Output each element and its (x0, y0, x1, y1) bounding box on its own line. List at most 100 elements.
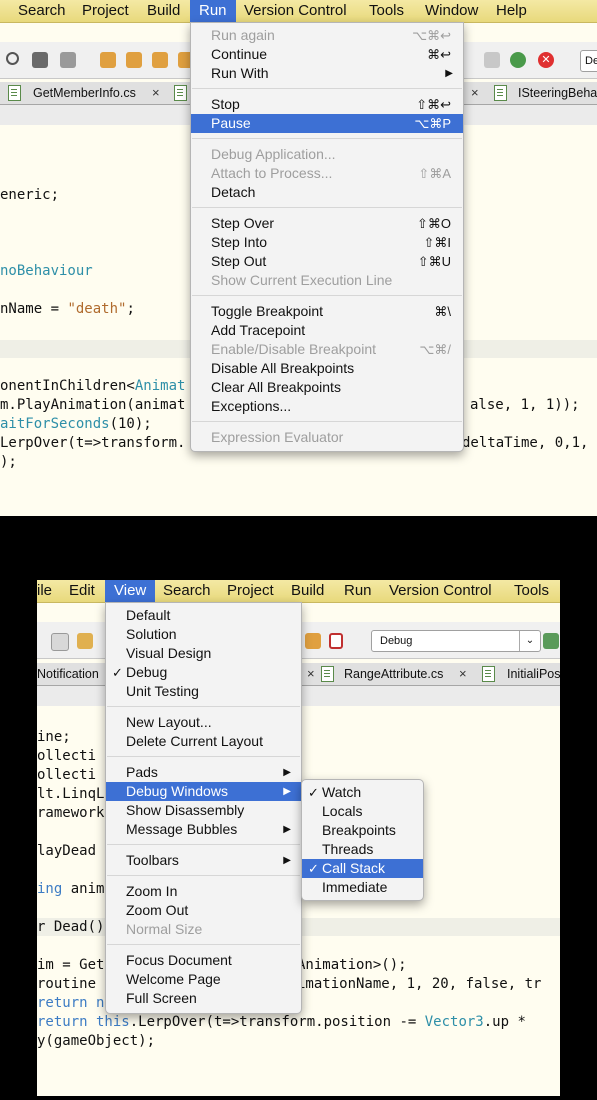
search-icon[interactable] (6, 52, 19, 65)
menu-item-clear-all-breakpoints[interactable]: Clear All Breakpoints (191, 378, 463, 397)
menu-item-expression-evaluator[interactable]: Expression Evaluator (191, 428, 463, 447)
code-line: lt.LinqL (37, 786, 105, 802)
menu-view[interactable]: View (105, 580, 156, 602)
menu-item-step-over[interactable]: Step Over ⇧⌘O (191, 214, 463, 233)
menu-run[interactable]: Run (190, 0, 236, 22)
chevron-right-icon: ▶ (445, 68, 453, 79)
menu-item-step-out[interactable]: Step Out ⇧⌘U (191, 252, 463, 271)
menu-window[interactable]: Window (425, 0, 478, 22)
menu-build[interactable]: Build (147, 0, 180, 22)
outdent-icon[interactable] (126, 52, 142, 68)
menu-item-welcome-page[interactable]: Welcome Page (106, 970, 301, 989)
code-line: ine; (37, 729, 71, 745)
top-screenshot: Search Project Build Run Version Control… (0, 0, 597, 516)
menu-version-control[interactable]: Version Control (389, 580, 492, 602)
configuration-select[interactable]: Debug ⌄ (371, 630, 541, 652)
paste-icon[interactable] (77, 633, 93, 649)
menu-file[interactable]: ile (37, 580, 52, 602)
menu-item-attach[interactable]: Attach to Process... ⇧⌘A (191, 164, 463, 183)
menu-edit[interactable]: Edit (69, 580, 95, 602)
menu-item-debug-windows[interactable]: Debug Windows ▶ (106, 782, 301, 801)
menu-item-full-screen[interactable]: Full Screen (106, 989, 301, 1008)
menu-item-threads[interactable]: Threads (302, 840, 423, 859)
menu-item-add-tracepoint[interactable]: Add Tracepoint (191, 321, 463, 340)
separator (192, 138, 462, 139)
menu-item-unit-testing[interactable]: Unit Testing (106, 682, 301, 701)
stop-icon[interactable]: ✕ (538, 52, 554, 68)
tab-getmemberinfo[interactable]: GetMemberInfo.cs × (0, 82, 170, 104)
binoculars-icon[interactable] (32, 52, 48, 68)
close-icon[interactable]: × (307, 663, 315, 685)
menu-item-run-with[interactable]: Run With ▶ (191, 64, 463, 83)
menu-item-solution[interactable]: Solution (106, 625, 301, 644)
close-icon[interactable]: × (471, 82, 479, 104)
attach-icon[interactable] (510, 52, 526, 68)
step-icon[interactable] (484, 52, 500, 68)
code-line: ); (0, 454, 17, 470)
menu-item-pads[interactable]: Pads ▶ (106, 763, 301, 782)
menu-item-focus-document[interactable]: Focus Document (106, 951, 301, 970)
menu-item-watch[interactable]: ✓ Watch (302, 783, 423, 802)
menu-item-continue[interactable]: Continue ⌘↩ (191, 45, 463, 64)
view-menu: Default Solution Visual Design ✓ Debug Un… (105, 602, 302, 1014)
menu-item-disable-all-breakpoints[interactable]: Disable All Breakpoints (191, 359, 463, 378)
menu-item-step-into[interactable]: Step Into ⇧⌘I (191, 233, 463, 252)
menu-item-toolbars[interactable]: Toolbars ▶ (106, 851, 301, 870)
menu-tools[interactable]: Tools (369, 0, 404, 22)
menu-item-exceptions[interactable]: Exceptions... (191, 397, 463, 416)
menu-item-toggle-breakpoint[interactable]: Toggle Breakpoint ⌘\ (191, 302, 463, 321)
indent-icon[interactable] (100, 52, 116, 68)
tab-notification[interactable]: Notification (37, 663, 107, 685)
bookmark-icon[interactable] (305, 633, 321, 649)
menu-item-enable-disable-breakpoint[interactable]: Enable/Disable Breakpoint ⌥⌘/ (191, 340, 463, 359)
close-icon[interactable]: × (152, 82, 160, 104)
menu-item-message-bubbles[interactable]: Message Bubbles ▶ (106, 820, 301, 839)
tab-isteeringbehaviour[interactable]: × ISteeringBeha (462, 82, 597, 104)
menu-item-zoom-in[interactable]: Zoom In (106, 882, 301, 901)
close-icon[interactable]: × (459, 663, 467, 685)
menu-item-debug[interactable]: ✓ Debug (106, 663, 301, 682)
menu-project[interactable]: Project (227, 580, 274, 602)
code-line: ramework (37, 805, 105, 821)
menu-item-debug-application[interactable]: Debug Application... (191, 145, 463, 164)
menu-run[interactable]: Run (344, 580, 372, 602)
bookmark-flag-icon[interactable] (329, 633, 343, 649)
debug-windows-submenu: ✓ Watch Locals Breakpoints Threads ✓ Call … (301, 779, 424, 901)
menu-search[interactable]: Search (163, 580, 211, 602)
menu-item-pause[interactable]: Pause ⌥⌘P (191, 114, 463, 133)
menu-item-show-disassembly[interactable]: Show Disassembly (106, 801, 301, 820)
menu-item-normal-size[interactable]: Normal Size (106, 920, 301, 939)
menu-item-immediate[interactable]: Immediate (302, 878, 423, 897)
menu-item-default[interactable]: Default (106, 606, 301, 625)
separator (192, 88, 462, 89)
menu-item-visual-design[interactable]: Visual Design (106, 644, 301, 663)
menu-item-locals[interactable]: Locals (302, 802, 423, 821)
menu-item-show-execution-line[interactable]: Show Current Execution Line (191, 271, 463, 290)
menu-item-breakpoints[interactable]: Breakpoints (302, 821, 423, 840)
tab-partial[interactable] (170, 82, 190, 104)
menu-item-run-again[interactable]: Run again ⌥⌘↩ (191, 26, 463, 45)
comment-icon[interactable] (152, 52, 168, 68)
menu-project[interactable]: Project (82, 0, 129, 22)
build-icon[interactable] (543, 633, 559, 649)
tab-initialipos[interactable]: InitialiPos (477, 663, 560, 685)
tab-rangeattribute[interactable]: × RangeAttribute.cs × (307, 663, 477, 685)
code-line: ing anim (37, 881, 105, 897)
find-replace-icon[interactable] (60, 52, 76, 68)
menu-build[interactable]: Build (291, 580, 324, 602)
menu-item-detach[interactable]: Detach (191, 183, 463, 202)
menu-search[interactable]: Search (18, 0, 66, 22)
separator (107, 844, 300, 845)
menu-item-zoom-out[interactable]: Zoom Out (106, 901, 301, 920)
copy-icon[interactable] (51, 633, 69, 651)
code-line: deltaTime, 0,1, (462, 435, 589, 451)
menu-item-stop[interactable]: Stop ⇧⌘↩ (191, 95, 463, 114)
configuration-select[interactable]: De (580, 50, 597, 72)
menu-tools[interactable]: Tools (514, 580, 549, 602)
menu-item-new-layout[interactable]: New Layout... (106, 713, 301, 732)
chevron-right-icon: ▶ (283, 855, 291, 866)
menu-version-control[interactable]: Version Control (244, 0, 347, 22)
menu-help[interactable]: Help (496, 0, 527, 22)
menu-item-call-stack[interactable]: ✓ Call Stack (302, 859, 423, 878)
menu-item-delete-layout[interactable]: Delete Current Layout (106, 732, 301, 751)
